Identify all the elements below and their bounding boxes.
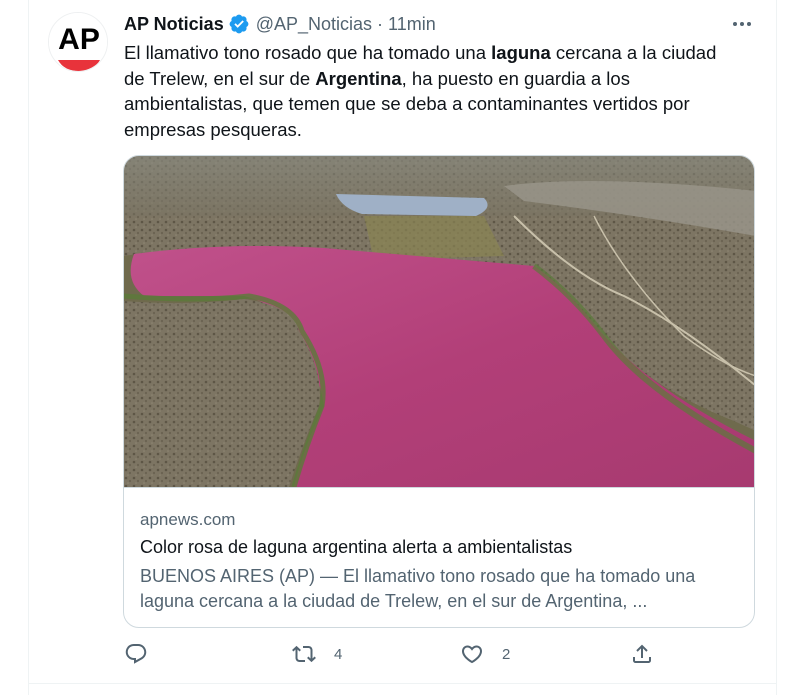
author-avatar[interactable]: AP (48, 12, 108, 72)
more-icon[interactable] (730, 14, 754, 34)
author-handle[interactable]: @AP_Noticias (256, 14, 372, 35)
card-domain: apnews.com (140, 510, 236, 529)
meta-separator: · (377, 13, 384, 34)
verified-badge-icon (228, 13, 250, 35)
card-description: BUENOS AIRES (AP) — El llamativo tono ro… (140, 566, 696, 611)
tweet-text: El llamativo tono rosado que ha tomado u… (124, 40, 734, 142)
tweet-text-highlight: Argentina (315, 67, 402, 89)
share-button[interactable] (630, 642, 654, 666)
card-image[interactable] (124, 156, 754, 487)
share-icon (633, 644, 651, 663)
tweet-text-highlight: laguna (491, 42, 551, 63)
tweet-text-segment: El llamativo tono rosado que ha tomado u… (124, 42, 492, 63)
ap-logo-text: AP (58, 23, 100, 56)
tweet-timestamp[interactable]: 11min (388, 14, 436, 35)
card-title: Color rosa de laguna argentina alerta a … (140, 537, 573, 557)
card-divider (124, 487, 754, 488)
tweet-divider (28, 683, 777, 684)
link-preview-card[interactable]: apnews.com Color rosa de laguna argentin… (123, 155, 755, 628)
retweet-button[interactable]: 4 (292, 642, 342, 666)
like-button[interactable]: 2 (460, 642, 510, 666)
reply-button[interactable] (124, 642, 166, 666)
author-display-name[interactable]: AP Noticias (124, 14, 224, 35)
tweet-header: AP Noticias @AP_Noticias · 11min (124, 13, 436, 35)
reply-icon (125, 644, 147, 664)
retweet-icon (292, 645, 316, 663)
like-count: 2 (502, 645, 511, 663)
retweet-count: 4 (334, 645, 343, 663)
tweet-actions: 4 2 (0, 640, 795, 670)
like-icon (461, 645, 483, 664)
